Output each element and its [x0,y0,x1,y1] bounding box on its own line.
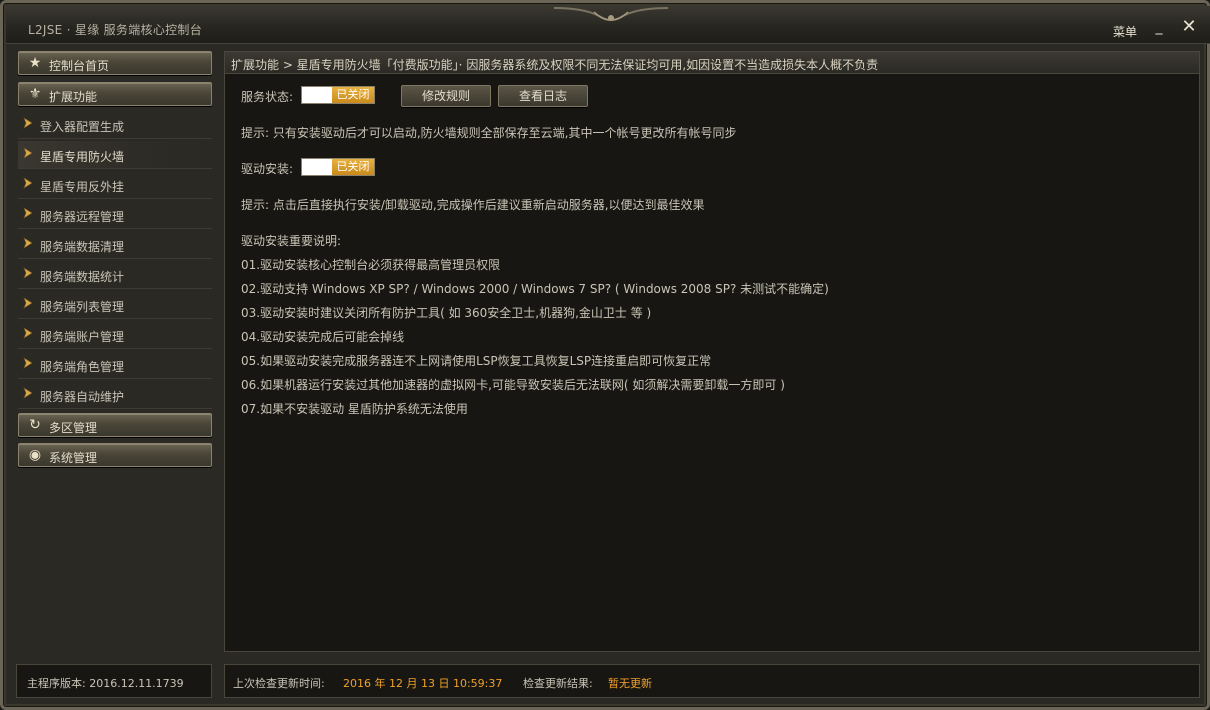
sidebar-item-label: 服务端账户管理 [40,330,125,344]
app-window: L2JSE · 星缘 服务端核心控制台 菜单 _ ✕ ★ 控制台首页 ⚜ 扩展功… [0,0,1210,710]
check-result-value: 暂无更新 [608,677,652,690]
close-icon[interactable]: ✕ [1179,17,1199,37]
arrow-icon [23,177,33,189]
arrow-icon [23,387,33,399]
fleur-icon: ⚜ [28,86,42,102]
driver-install-state: 已关闭 [332,159,374,175]
hint-driver: 提示: 点击后直接执行安装/卸载驱动,完成操作后建议重新启动服务器,以便达到最佳… [241,198,705,212]
arrow-icon [23,297,33,309]
sidebar-item-label: 服务端角色管理 [40,360,125,374]
update-status-bar: 上次检查更新时间: 2016 年 12 月 13 日 10:59:37 检查更新… [224,664,1200,698]
modify-rules-button[interactable]: 修改规则 [401,85,491,107]
sidebar-item-label: 服务器自动维护 [40,390,125,404]
sidebar-item[interactable]: 服务端数据清理 [18,231,212,259]
note-item: 07.如果不安装驱动 星盾防护系统无法使用 [241,402,468,416]
ornament-icon [554,7,668,21]
sidebar-item[interactable]: 星盾专用防火墙 [18,141,212,169]
star-icon: ★ [28,55,42,71]
eye-icon: ◉ [28,447,42,463]
note-item: 05.如果驱动安装完成服务器连不上网请使用LSP恢复工具恢复LSP连接重启即可恢… [241,354,712,368]
sidebar-item-label: 服务端数据清理 [40,240,125,254]
sidebar-item[interactable]: 服务器远程管理 [18,201,212,229]
arrow-icon [23,117,33,129]
service-status-label: 服务状态: [241,90,294,104]
sidebar-item[interactable]: 服务端数据统计 [18,261,212,289]
sidebar-system-label: 系统管理 [49,451,98,465]
sidebar-item[interactable]: 服务器自动维护 [18,381,212,409]
note-item: 02.驱动支持 Windows XP SP? / Windows 2000 / … [241,282,829,296]
title-bar[interactable]: L2JSE · 星缘 服务端核心控制台 菜单 _ ✕ [6,6,1210,44]
service-status-state: 已关闭 [332,87,374,103]
breadcrumb: 扩展功能 > 星盾专用防火墙「付费版功能」· 因服务器系统及权限不同无法保证均可… [225,52,1199,74]
version-text: 主程序版本: 2016.12.11.1739 [27,677,184,690]
note-item: 01.驱动安装核心控制台必须获得最高管理员权限 [241,258,501,272]
minimize-icon[interactable]: _ [1149,18,1169,36]
service-status-toggle[interactable]: 已关闭 [301,86,375,104]
sidebar-multizone-label: 多区管理 [49,421,98,435]
sidebar-home-label: 控制台首页 [49,59,110,73]
sidebar-system-button[interactable]: ◉ 系统管理 [18,443,212,467]
arrow-icon [23,237,33,249]
sidebar-item-label: 星盾专用防火墙 [40,150,125,164]
sidebar-item[interactable]: 服务端角色管理 [18,351,212,379]
last-check-value: 2016 年 12 月 13 日 10:59:37 [343,677,503,690]
arrow-icon [23,357,33,369]
notes-title: 驱动安装重要说明: [241,234,342,248]
sidebar-item-label: 服务器远程管理 [40,210,125,224]
sidebar-item[interactable]: 星盾专用反外挂 [18,171,212,199]
arrow-icon [23,267,33,279]
main-panel: 扩展功能 > 星盾专用防火墙「付费版功能」· 因服务器系统及权限不同无法保证均可… [224,51,1200,652]
note-item: 03.驱动安装时建议关闭所有防护工具( 如 360安全卫士,机器狗,金山卫士 等… [241,306,652,320]
app-title: L2JSE · 星缘 服务端核心控制台 [28,23,203,37]
sidebar-extensions-label: 扩展功能 [49,90,98,104]
sidebar-item-label: 星盾专用反外挂 [40,180,125,194]
driver-install-label: 驱动安装: [241,162,294,176]
hint-firewall: 提示: 只有安装驱动后才可以启动,防火墙规则全部保存至云端,其中一个帐号更改所有… [241,126,737,140]
sidebar-item[interactable]: 服务端列表管理 [18,291,212,319]
sidebar-home-button[interactable]: ★ 控制台首页 [18,51,212,75]
note-item: 06.如果机器运行安装过其他加速器的虚拟网卡,可能导致安装后无法联网( 如须解决… [241,378,785,392]
last-check-label: 上次检查更新时间: [233,677,325,690]
sidebar-item[interactable]: 登入器配置生成 [18,111,212,139]
sidebar-extensions-button[interactable]: ⚜ 扩展功能 [18,82,212,106]
sidebar-item-label: 服务端数据统计 [40,270,125,284]
sidebar-item[interactable]: 服务端账户管理 [18,321,212,349]
note-item: 04.驱动安装完成后可能会掉线 [241,330,405,344]
sidebar-multizone-button[interactable]: ↻ 多区管理 [18,413,212,437]
version-panel: 主程序版本: 2016.12.11.1739 [16,664,212,698]
sidebar-item-label: 服务端列表管理 [40,300,125,314]
refresh-icon: ↻ [29,417,41,433]
check-result-label: 检查更新结果: [523,677,593,690]
arrow-icon [23,207,33,219]
sidebar: ★ 控制台首页 ⚜ 扩展功能 登入器配置生成 星盾专用防火墙 星盾专用反外挂 服务器远… [16,51,214,471]
view-logs-button[interactable]: 查看日志 [498,85,588,107]
sidebar-item-label: 登入器配置生成 [40,120,125,134]
driver-install-toggle[interactable]: 已关闭 [301,158,375,176]
menu-button[interactable]: 菜单 [1113,23,1137,40]
arrow-icon [23,147,33,159]
arrow-icon [23,327,33,339]
